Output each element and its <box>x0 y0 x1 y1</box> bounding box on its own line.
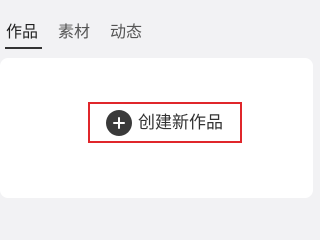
works-card: 创建新作品 <box>0 58 313 198</box>
tab-bar: 作品 素材 动态 <box>4 20 162 49</box>
tab-activity[interactable]: 动态 <box>110 20 142 44</box>
create-new-work-label: 创建新作品 <box>138 112 223 133</box>
tab-materials[interactable]: 素材 <box>58 20 90 44</box>
plus-circle-icon <box>106 109 132 136</box>
create-new-work-button[interactable]: 创建新作品 <box>88 102 242 143</box>
tab-works[interactable]: 作品 <box>4 20 43 49</box>
